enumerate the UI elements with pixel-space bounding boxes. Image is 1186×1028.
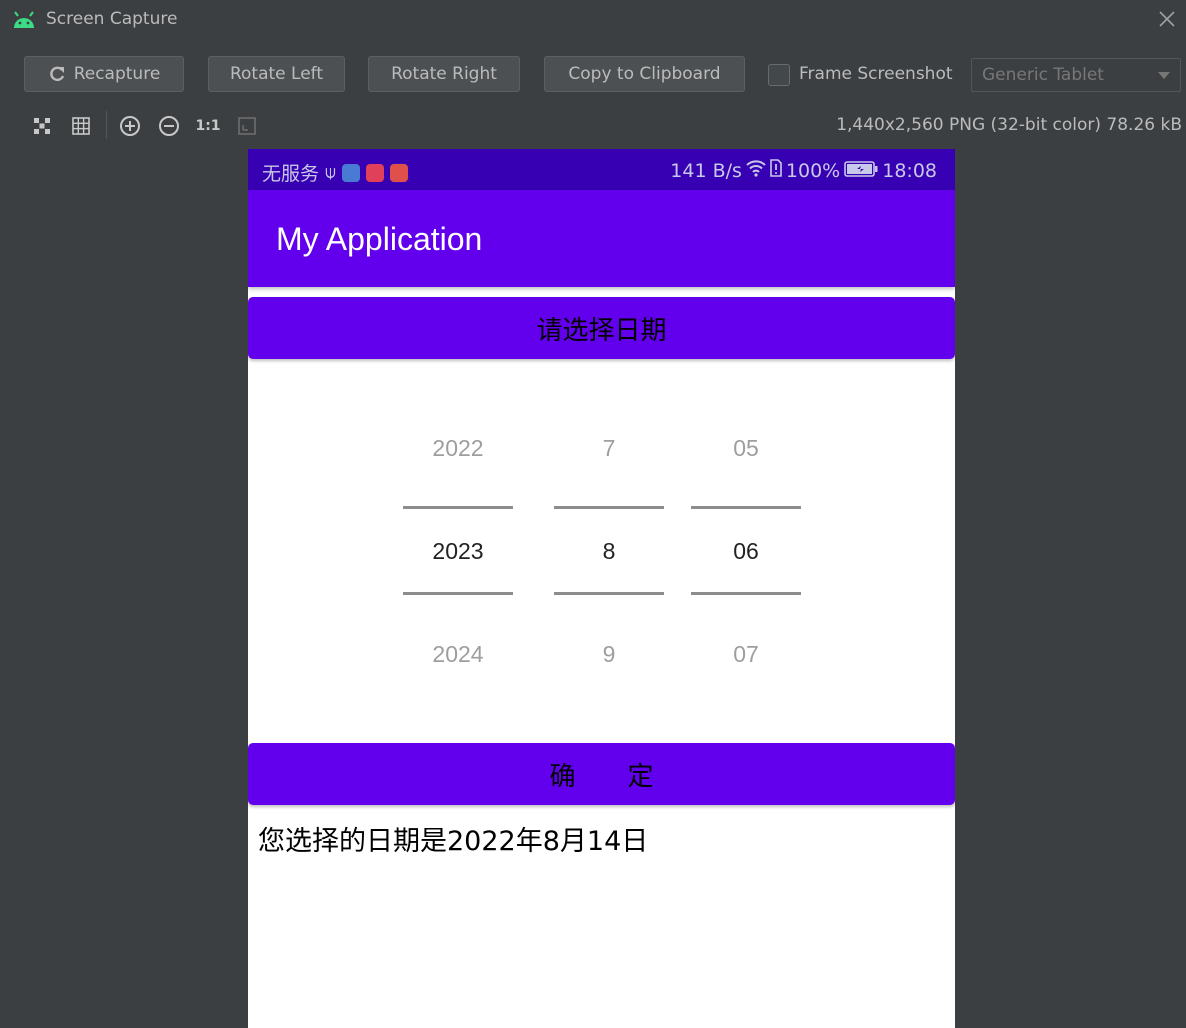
picker-item[interactable]: 2024: [403, 641, 513, 668]
grid-icon[interactable]: [69, 114, 93, 138]
map-notification-icon: [365, 163, 384, 182]
app-title: My Application: [276, 221, 483, 257]
actual-size-button[interactable]: 1:1: [195, 114, 221, 138]
picker-selected-month[interactable]: 8: [554, 538, 664, 565]
fit-screen-icon[interactable]: [235, 114, 259, 138]
device-select[interactable]: Generic Tablet: [971, 58, 1181, 92]
refresh-icon: [48, 65, 66, 83]
zoom-out-icon[interactable]: [157, 114, 181, 138]
sim-alert-icon: [770, 159, 782, 182]
status-bar: 无服务 ⍦ 141 B/s 100% 18:08: [248, 149, 955, 190]
picker-divider: [691, 592, 801, 595]
picker-item[interactable]: 7: [554, 435, 664, 462]
toolbar-divider: [106, 111, 107, 139]
image-info: 1,440x2,560 PNG (32-bit color) 78.26 kB: [836, 115, 1182, 135]
picker-divider: [403, 592, 513, 595]
picker-item[interactable]: 05: [691, 435, 801, 462]
confirm-button[interactable]: 确 定: [248, 743, 955, 805]
picker-divider: [554, 506, 664, 509]
window-title: Screen Capture: [46, 9, 178, 29]
recapture-label: Recapture: [73, 64, 161, 84]
picker-selected-year[interactable]: 2023: [403, 538, 513, 565]
battery-percent: 100%: [785, 159, 841, 182]
recapture-button[interactable]: Recapture: [24, 56, 184, 92]
wifi-icon: [746, 159, 766, 182]
book-notification-icon: [389, 163, 408, 182]
picker-divider: [554, 592, 664, 595]
battery-icon: [844, 160, 878, 182]
picker-item[interactable]: 2022: [403, 435, 513, 462]
device-select-value: Generic Tablet: [982, 65, 1104, 85]
close-icon[interactable]: [1156, 8, 1178, 30]
picker-item[interactable]: 9: [554, 641, 664, 668]
network-speed: 141 B/s: [670, 159, 742, 182]
clock: 18:08: [882, 159, 937, 182]
chevron-down-icon: [1158, 72, 1170, 79]
device-screenshot: 无服务 ⍦ 141 B/s 100% 18:08 My Application …: [248, 149, 955, 1028]
copy-label: Copy to Clipboard: [568, 64, 721, 84]
rotate-right-label: Rotate Right: [391, 64, 497, 84]
checkerboard-icon[interactable]: [30, 114, 54, 138]
rotate-left-button[interactable]: Rotate Left: [208, 56, 345, 92]
select-date-button[interactable]: 请选择日期: [248, 297, 955, 359]
title-bar: Screen Capture: [0, 0, 1186, 40]
copy-to-clipboard-button[interactable]: Copy to Clipboard: [544, 56, 745, 92]
usb-icon: ⍦: [325, 162, 336, 183]
app-bar: My Application: [248, 190, 955, 287]
result-text: 您选择的日期是2022年8月14日: [258, 826, 649, 857]
android-icon: [14, 11, 34, 28]
frame-screenshot-label: Frame Screenshot: [799, 64, 953, 84]
zoom-in-icon[interactable]: [118, 114, 142, 138]
carrier-text: 无服务: [262, 163, 320, 185]
app-notification-icon: [341, 163, 360, 182]
picker-divider: [403, 506, 513, 509]
rotate-right-button[interactable]: Rotate Right: [368, 56, 520, 92]
picker-divider: [691, 506, 801, 509]
frame-screenshot-checkbox[interactable]: [768, 64, 790, 86]
picker-selected-day[interactable]: 06: [691, 538, 801, 565]
picker-item[interactable]: 07: [691, 641, 801, 668]
rotate-left-label: Rotate Left: [229, 64, 324, 84]
